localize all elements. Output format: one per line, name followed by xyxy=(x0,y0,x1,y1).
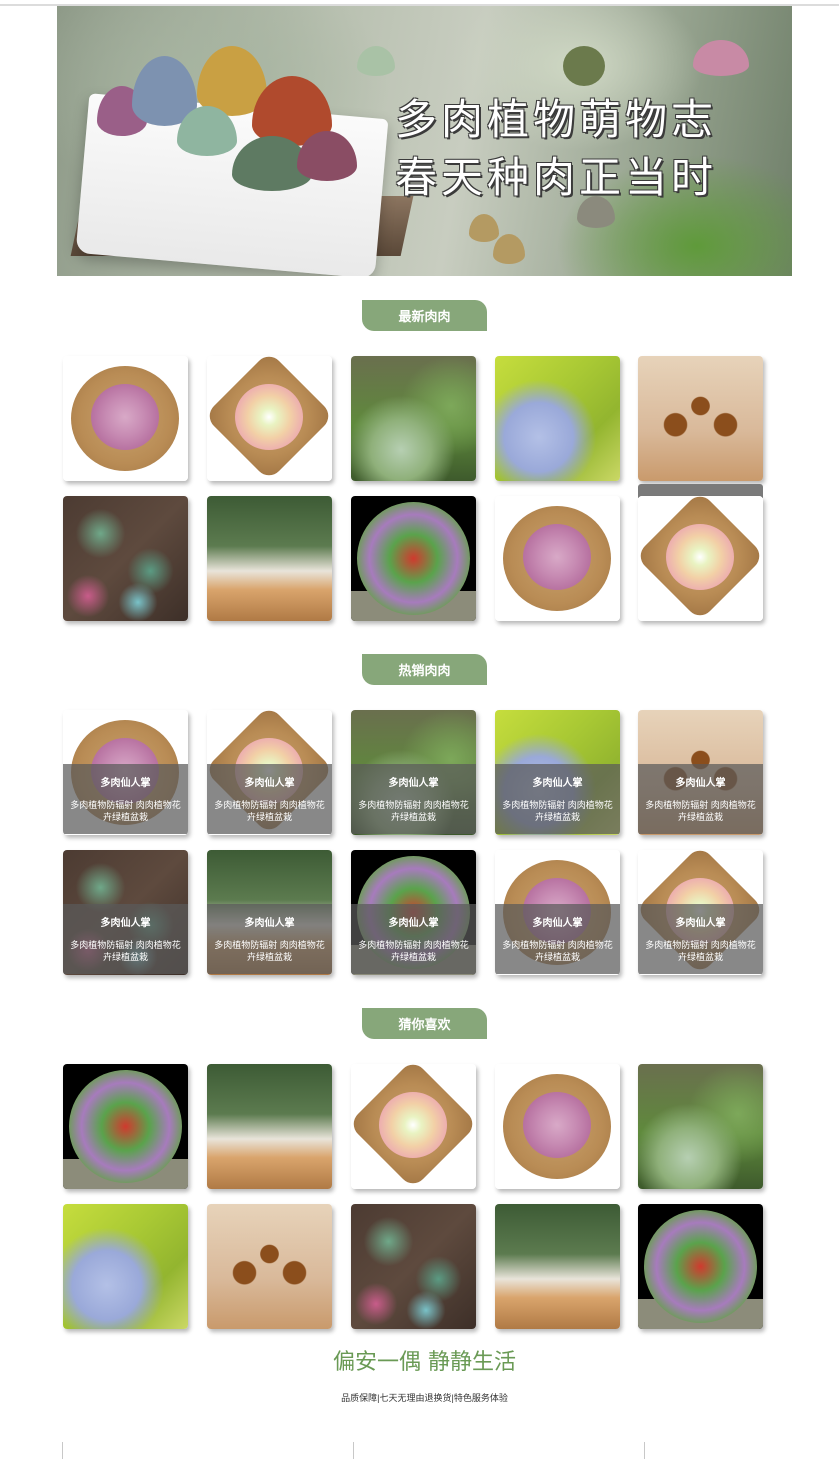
product-image xyxy=(638,1204,763,1329)
footer-divider xyxy=(353,1442,354,1459)
product-card[interactable]: 多肉仙人掌多肉植物防辐射 肉肉植物花卉绿植盆栽 xyxy=(638,850,763,975)
product-card[interactable] xyxy=(495,496,620,621)
banner-title-line1: 多肉植物萌物志 xyxy=(395,95,718,144)
banner-sticker xyxy=(693,40,749,76)
product-title: 多肉仙人掌 xyxy=(244,918,295,929)
footer-slogan: 偏安一偶 静静生活 xyxy=(333,1350,516,1375)
product-card[interactable] xyxy=(207,1064,332,1189)
product-desc: 多肉植物防辐射 肉肉植物花卉绿植盆栽 xyxy=(502,800,613,822)
product-overlay: 多肉仙人掌多肉植物防辐射 肉肉植物花卉绿植盆栽 xyxy=(63,904,188,974)
section-title-hot: 热销肉肉 xyxy=(362,654,487,685)
product-card[interactable] xyxy=(351,496,476,621)
product-card[interactable] xyxy=(207,356,332,481)
product-desc: 多肉植物防辐射 肉肉植物花卉绿植盆栽 xyxy=(502,940,613,962)
product-card[interactable] xyxy=(63,1064,188,1189)
product-card[interactable]: 多肉仙人掌多肉植物防辐射 肉肉植物花卉绿植盆栽 xyxy=(638,710,763,835)
product-desc: 多肉植物防辐射 肉肉植物花卉绿植盆栽 xyxy=(70,940,181,962)
product-title: 多肉仙人掌 xyxy=(675,778,726,789)
banner-sticker xyxy=(563,46,605,86)
product-card[interactable] xyxy=(63,1204,188,1329)
product-card[interactable] xyxy=(495,1064,620,1189)
product-card[interactable] xyxy=(638,1204,763,1329)
footer-divider xyxy=(644,1442,645,1459)
product-overlay: 多肉仙人掌多肉植物防辐射 肉肉植物花卉绿植盆栽 xyxy=(207,904,332,974)
product-image xyxy=(351,1064,476,1189)
footer-divider xyxy=(62,1442,63,1459)
product-card[interactable] xyxy=(351,1204,476,1329)
product-image xyxy=(495,356,620,481)
product-title: 多肉仙人掌 xyxy=(532,918,583,929)
product-title: 多肉仙人掌 xyxy=(675,918,726,929)
section-title-newest: 最新肉肉 xyxy=(362,300,487,331)
product-title: 多肉仙人掌 xyxy=(244,778,295,789)
product-card[interactable]: 多肉仙人掌多肉植物防辐射 肉肉植物花卉绿植盆栽 xyxy=(351,850,476,975)
hero-banner[interactable]: 多肉植物萌物志 春天种肉正当时 xyxy=(57,6,792,276)
product-image xyxy=(638,496,763,621)
product-image xyxy=(63,496,188,621)
product-card[interactable]: 多肉仙人掌多肉植物防辐射 肉肉植物花卉绿植盆栽 xyxy=(495,850,620,975)
product-card[interactable] xyxy=(207,496,332,621)
product-image xyxy=(63,1064,188,1189)
product-card[interactable] xyxy=(63,496,188,621)
product-title: 多肉仙人掌 xyxy=(388,778,439,789)
product-image xyxy=(207,1064,332,1189)
product-desc: 多肉植物防辐射 肉肉植物花卉绿植盆栽 xyxy=(358,940,469,962)
product-card[interactable] xyxy=(351,356,476,481)
product-card[interactable] xyxy=(638,1064,763,1189)
product-card[interactable] xyxy=(638,356,763,481)
product-title: 多肉仙人掌 xyxy=(100,918,151,929)
product-image xyxy=(63,1204,188,1329)
product-desc: 多肉植物防辐射 肉肉植物花卉绿植盆栽 xyxy=(214,800,325,822)
product-card[interactable]: 多肉仙人掌多肉植物防辐射 肉肉植物花卉绿植盆栽 xyxy=(63,710,188,835)
footer-tagline: 品质保障|七天无理由退换货|特色服务体验 xyxy=(341,1393,508,1403)
product-card[interactable] xyxy=(351,1064,476,1189)
product-card[interactable] xyxy=(63,356,188,481)
product-overlay: 多肉仙人掌多肉植物防辐射 肉肉植物花卉绿植盆栽 xyxy=(351,764,476,834)
product-overlay: 多肉仙人掌多肉植物防辐射 肉肉植物花卉绿植盆栽 xyxy=(351,904,476,974)
product-desc: 多肉植物防辐射 肉肉植物花卉绿植盆栽 xyxy=(645,800,756,822)
product-image xyxy=(495,1064,620,1189)
product-desc: 多肉植物防辐射 肉肉植物花卉绿植盆栽 xyxy=(70,800,181,822)
product-card[interactable]: 多肉仙人掌多肉植物防辐射 肉肉植物花卉绿植盆栽 xyxy=(351,710,476,835)
product-desc: 多肉植物防辐射 肉肉植物花卉绿植盆栽 xyxy=(358,800,469,822)
product-image xyxy=(351,356,476,481)
product-image xyxy=(495,496,620,621)
product-title: 多肉仙人掌 xyxy=(388,918,439,929)
product-image xyxy=(495,1204,620,1329)
product-overlay: 多肉仙人掌多肉植物防辐射 肉肉植物花卉绿植盆栽 xyxy=(638,764,763,834)
product-overlay: 多肉仙人掌多肉植物防辐射 肉肉植物花卉绿植盆栽 xyxy=(638,904,763,974)
product-overlay: 多肉仙人掌多肉植物防辐射 肉肉植物花卉绿植盆栽 xyxy=(495,764,620,834)
section-title-guess: 猜你喜欢 xyxy=(362,1008,487,1039)
product-image xyxy=(207,496,332,621)
product-card[interactable]: 多肉仙人掌多肉植物防辐射 肉肉植物花卉绿植盆栽 xyxy=(63,850,188,975)
product-title: 多肉仙人掌 xyxy=(532,778,583,789)
product-card[interactable] xyxy=(638,496,763,621)
product-overlay: 多肉仙人掌多肉植物防辐射 肉肉植物花卉绿植盆栽 xyxy=(207,764,332,834)
product-image xyxy=(63,356,188,481)
product-desc: 多肉植物防辐射 肉肉植物花卉绿植盆栽 xyxy=(214,940,325,962)
product-image xyxy=(351,1204,476,1329)
product-image xyxy=(638,1064,763,1189)
product-overlay: 多肉仙人掌多肉植物防辐射 肉肉植物花卉绿植盆栽 xyxy=(495,904,620,974)
product-image xyxy=(207,1204,332,1329)
banner-sticker xyxy=(357,46,395,76)
product-desc: 多肉植物防辐射 肉肉植物花卉绿植盆栽 xyxy=(645,940,756,962)
product-card[interactable] xyxy=(495,356,620,481)
banner-title-line2: 春天种肉正当时 xyxy=(395,153,718,202)
product-card[interactable]: 多肉仙人掌多肉植物防辐射 肉肉植物花卉绿植盆栽 xyxy=(207,850,332,975)
product-image xyxy=(638,356,763,481)
banner-sticker xyxy=(469,214,499,242)
product-title: 多肉仙人掌 xyxy=(100,778,151,789)
product-overlay: 多肉仙人掌多肉植物防辐射 肉肉植物花卉绿植盆栽 xyxy=(63,764,188,834)
product-card[interactable]: 多肉仙人掌多肉植物防辐射 肉肉植物花卉绿植盆栽 xyxy=(207,710,332,835)
product-card[interactable] xyxy=(495,1204,620,1329)
banner-sticker xyxy=(493,234,525,264)
product-card[interactable] xyxy=(207,1204,332,1329)
product-card[interactable]: 多肉仙人掌多肉植物防辐射 肉肉植物花卉绿植盆栽 xyxy=(495,710,620,835)
product-image xyxy=(351,496,476,621)
product-image xyxy=(207,356,332,481)
